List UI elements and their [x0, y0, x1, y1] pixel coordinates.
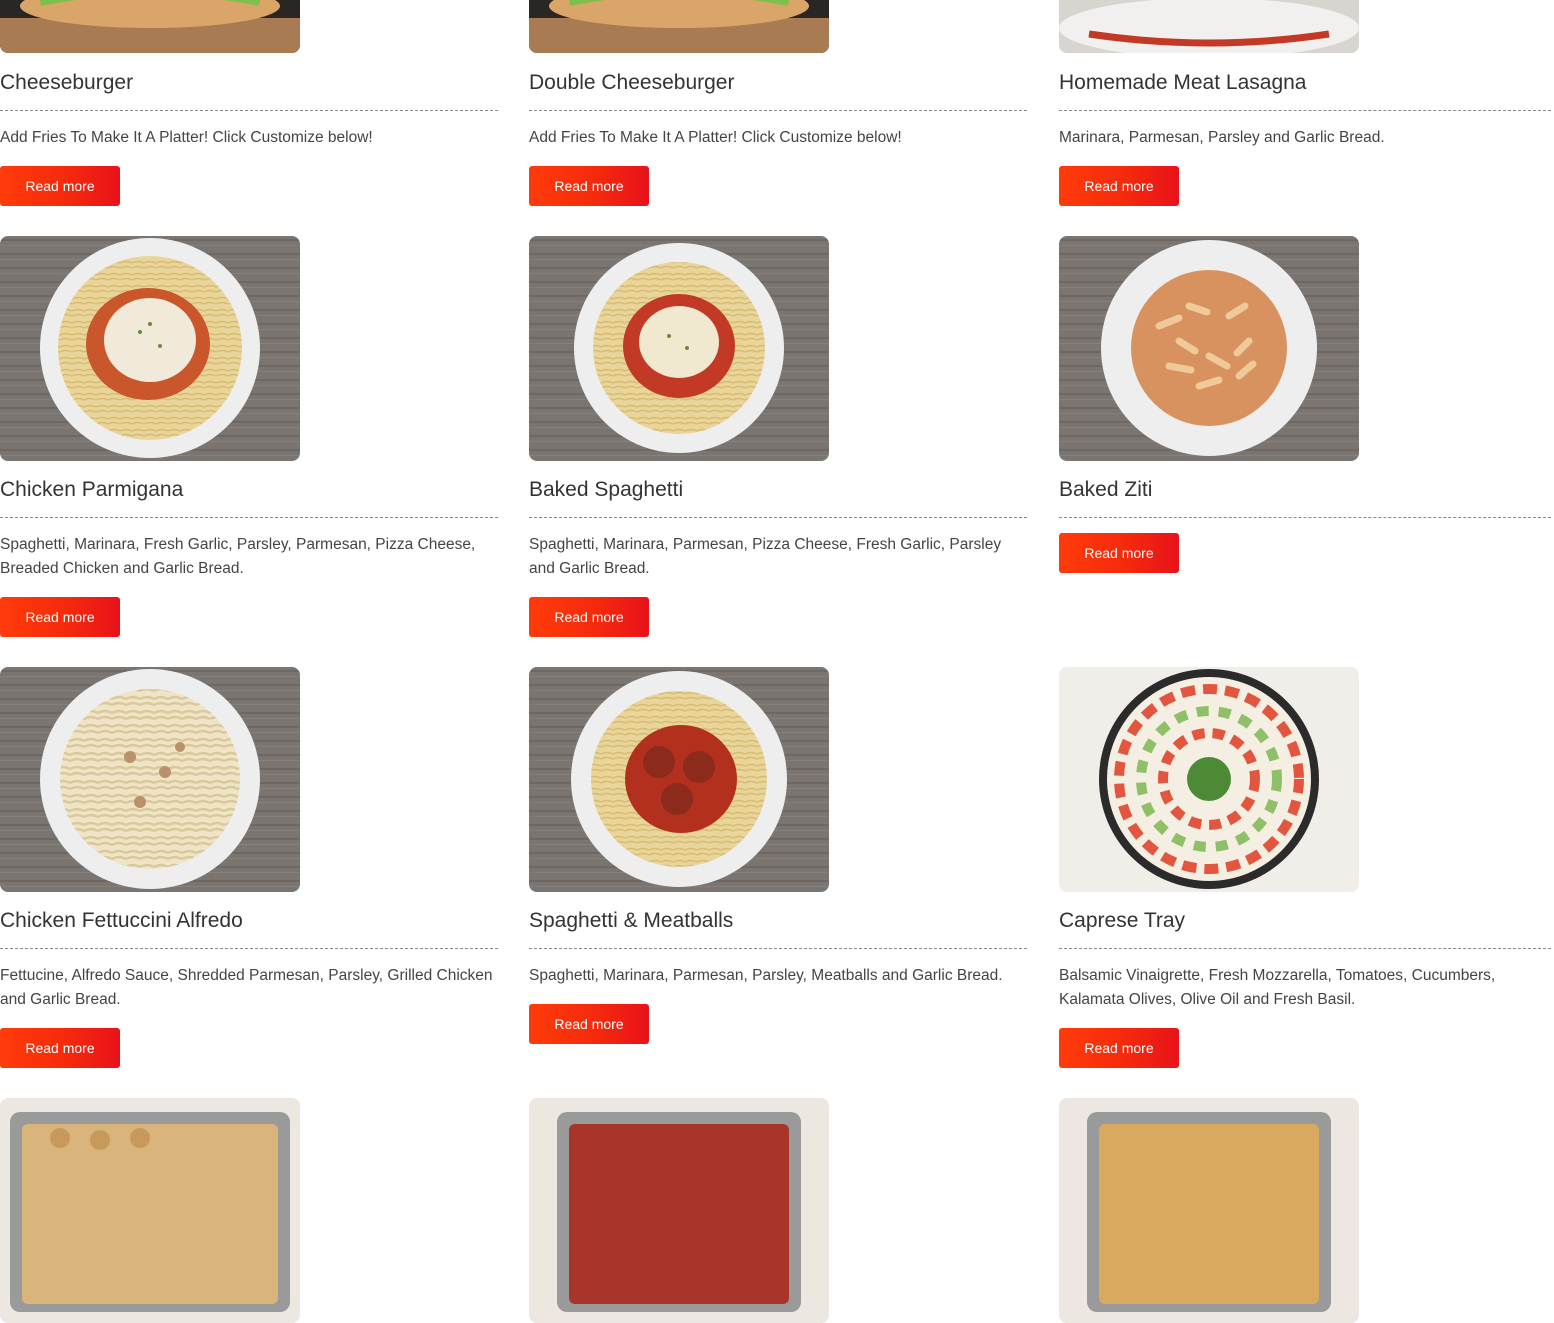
read-more-button[interactable]: Read more	[0, 597, 120, 637]
item-title[interactable]: Double Cheeseburger	[529, 70, 1027, 96]
item-title[interactable]: Spaghetti & Meatballs	[529, 908, 1027, 934]
divider	[0, 948, 498, 949]
divider	[1059, 110, 1551, 111]
item-description: Spaghetti, Marinara, Fresh Garlic, Parsl…	[0, 536, 476, 577]
read-more-button[interactable]: Read more	[529, 166, 649, 206]
item-title[interactable]: Caprese Tray	[1059, 908, 1551, 934]
divider	[529, 110, 1027, 111]
cheeseburger-image[interactable]	[0, 0, 300, 53]
item-title[interactable]: Baked Spaghetti	[529, 477, 1027, 503]
chicken-parmigana-image[interactable]	[0, 236, 300, 461]
item-title[interactable]: Chicken Fettuccini Alfredo	[0, 908, 498, 934]
item-title[interactable]: Cheeseburger	[0, 70, 498, 96]
baked-ziti-image[interactable]	[1059, 236, 1359, 461]
item-description: Balsamic Vinaigrette, Fresh Mozzarella, …	[1059, 967, 1496, 1008]
item-title[interactable]: Baked Ziti	[1059, 477, 1551, 503]
divider	[1059, 517, 1551, 518]
read-more-button[interactable]: Read more	[0, 166, 120, 206]
spaghetti-meatballs-image[interactable]	[529, 667, 829, 892]
divider	[1059, 948, 1551, 949]
item-title[interactable]: Homemade Meat Lasagna	[1059, 70, 1551, 96]
divider	[529, 948, 1027, 949]
baked-spaghetti-image[interactable]	[529, 236, 829, 461]
divider	[529, 517, 1027, 518]
fries-tray-image[interactable]	[1059, 1098, 1359, 1323]
divider	[0, 110, 498, 111]
item-description: Add Fries To Make It A Platter! Click Cu…	[0, 129, 373, 146]
read-more-button[interactable]: Read more	[1059, 166, 1179, 206]
read-more-button[interactable]: Read more	[1059, 533, 1179, 573]
lasagna-image[interactable]	[1059, 0, 1359, 53]
item-description: Fettucine, Alfredo Sauce, Shredded Parme…	[0, 967, 493, 1008]
item-description: Spaghetti, Marinara, Parmesan, Parsley, …	[529, 967, 1003, 984]
divider	[0, 517, 498, 518]
item-description: Spaghetti, Marinara, Parmesan, Pizza Che…	[529, 536, 1002, 577]
double-cheeseburger-image[interactable]	[529, 0, 829, 53]
caprese-tray-image[interactable]	[1059, 667, 1359, 892]
chicken-fettuccini-alfredo-image[interactable]	[0, 667, 300, 892]
item-description: Add Fries To Make It A Platter! Click Cu…	[529, 129, 902, 146]
read-more-button[interactable]: Read more	[1059, 1028, 1179, 1068]
meat-tray-image[interactable]	[529, 1098, 829, 1323]
read-more-button[interactable]: Read more	[529, 597, 649, 637]
item-title[interactable]: Chicken Parmigana	[0, 477, 498, 503]
read-more-button[interactable]: Read more	[529, 1004, 649, 1044]
item-description: Marinara, Parmesan, Parsley and Garlic B…	[1059, 129, 1385, 146]
garlic-knots-tray-image[interactable]	[0, 1098, 300, 1323]
read-more-button[interactable]: Read more	[0, 1028, 120, 1068]
